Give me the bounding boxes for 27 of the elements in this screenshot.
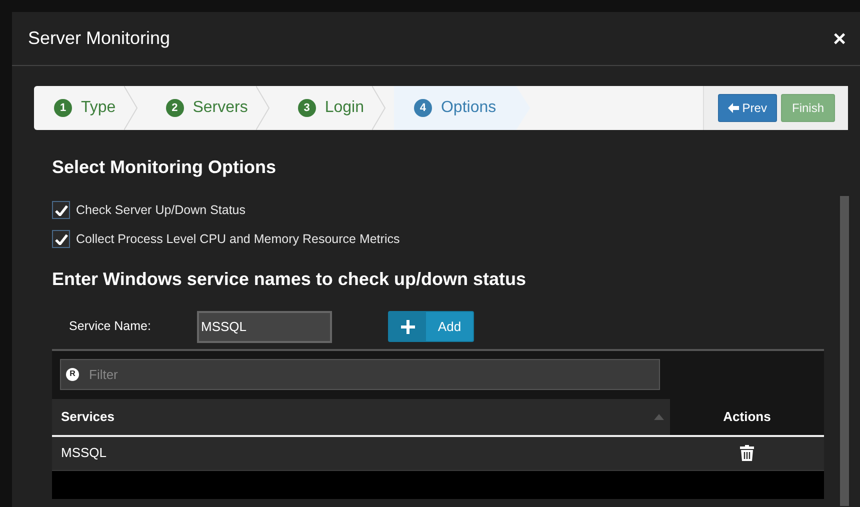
prev-button[interactable]: Prev xyxy=(718,94,777,122)
wizard-step[interactable]: 4 Options xyxy=(394,86,530,130)
checkbox[interactable] xyxy=(52,201,70,220)
chevron-divider-icon xyxy=(256,86,270,130)
wizard-step[interactable]: 1 Type xyxy=(34,86,146,130)
plus-icon xyxy=(400,320,414,334)
wizard-step[interactable]: 2 Servers xyxy=(146,86,278,130)
arrow-left-icon xyxy=(728,103,740,113)
scrollbar[interactable] xyxy=(840,196,849,506)
table-cell-text: MSSQL xyxy=(60,444,108,462)
dialog-title: Server Monitoring xyxy=(28,27,170,50)
trash-icon[interactable] xyxy=(740,445,754,461)
wizard-step[interactable]: 3 Login xyxy=(278,86,394,130)
section-heading: Select Monitoring Options xyxy=(52,156,277,179)
checkbox[interactable] xyxy=(52,230,70,248)
service-name-field[interactable]: MSSQL xyxy=(197,310,332,342)
section-heading: Enter Windows service names to check up/down status xyxy=(52,268,527,291)
chevron-divider-icon xyxy=(372,86,386,130)
field-label: Service Name: xyxy=(69,318,152,336)
column-header: Actions xyxy=(670,398,824,434)
close-button[interactable]: × xyxy=(833,28,846,50)
checkbox-label: Collect Process Level CPU and Memory Resource Metrics xyxy=(76,230,400,248)
chevron-divider-icon xyxy=(124,86,138,130)
column-header[interactable]: Services xyxy=(52,398,670,434)
sort-icon xyxy=(654,414,664,420)
checkbox-label: Check Server Up/Down Status xyxy=(76,202,246,219)
add-button[interactable]: Add xyxy=(388,311,474,342)
